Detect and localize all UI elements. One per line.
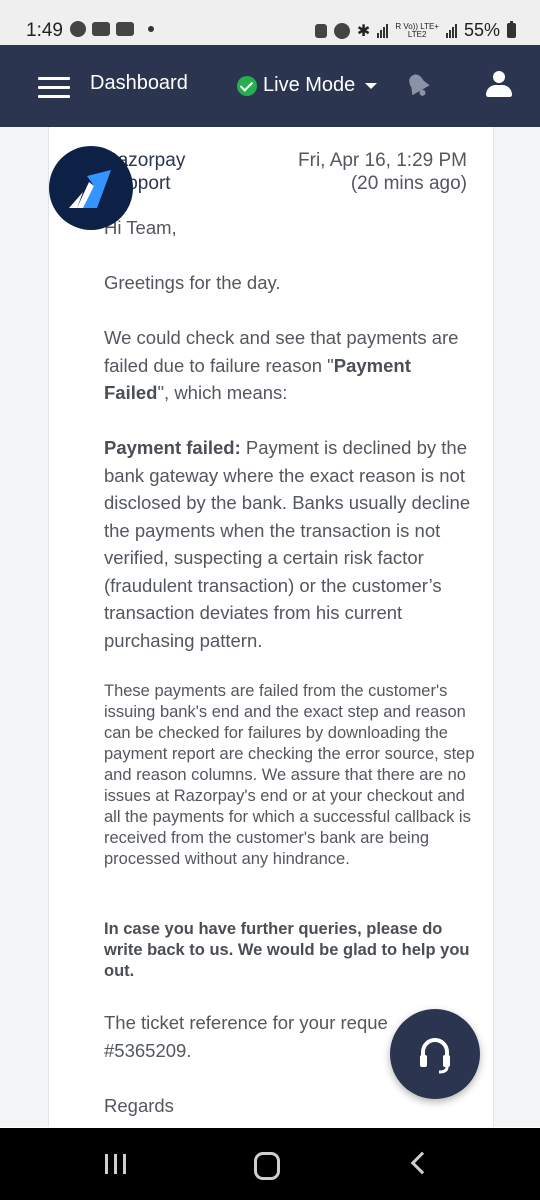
message-greeting: Hi Team,: [104, 217, 177, 238]
back-button[interactable]: [410, 1151, 434, 1175]
status-notification-icons: [70, 21, 154, 37]
status-time: 1:49: [26, 20, 63, 41]
message-timestamp: Fri, Apr 16, 1:29 PM (20 mins ago): [298, 150, 467, 194]
signal-icon: [377, 23, 389, 38]
headset-icon: [420, 1038, 450, 1074]
sender-avatar: [49, 146, 133, 230]
bluetooth-icon: ✱: [356, 22, 371, 40]
status-system-icons: ✱ R Vo)) LTE+ LTE2 55%: [314, 20, 516, 41]
app-header: Dashboard Live Mode: [0, 45, 540, 127]
chevron-down-icon: [365, 82, 378, 89]
notification-app-icon: [70, 21, 86, 37]
message-line: Greetings for the day.: [104, 272, 281, 293]
battery-percent: 55%: [463, 20, 500, 40]
message-paragraph: Payment failed: Payment is declined by t…: [104, 437, 471, 651]
home-button[interactable]: [254, 1152, 280, 1180]
alarm-icon: [333, 22, 350, 39]
page-title: Dashboard: [90, 72, 188, 94]
live-mode-label: Live Mode: [263, 74, 356, 96]
recent-apps-button[interactable]: [105, 1154, 127, 1174]
network-type-text: R Vo)) LTE+ LTE2: [395, 21, 439, 39]
system-navigation-bar: [0, 1128, 540, 1200]
menu-icon[interactable]: [38, 77, 70, 99]
message-paragraph: We could check and see that payments are…: [104, 327, 459, 403]
more-notifications-dot: [148, 26, 154, 32]
user-icon[interactable]: [484, 71, 514, 101]
notification-app-icon: [92, 22, 110, 36]
message-paragraph: In case you have further queries, please…: [104, 920, 470, 980]
lock-icon: [314, 23, 327, 38]
battery-icon: [507, 21, 516, 38]
bell-icon[interactable]: [402, 69, 434, 106]
notification-app-icon: [116, 22, 134, 36]
status-bar: 1:49 ✱ R Vo)) LTE+ LTE2 55%: [0, 0, 540, 45]
message-paragraph: These payments are failed from the custo…: [104, 682, 475, 868]
check-circle-icon: [237, 75, 257, 96]
live-mode-dropdown[interactable]: Live Mode: [237, 74, 378, 97]
support-chat-button[interactable]: [390, 1009, 480, 1099]
razorpay-logo-icon: [69, 170, 111, 208]
signal-icon: [445, 23, 457, 38]
